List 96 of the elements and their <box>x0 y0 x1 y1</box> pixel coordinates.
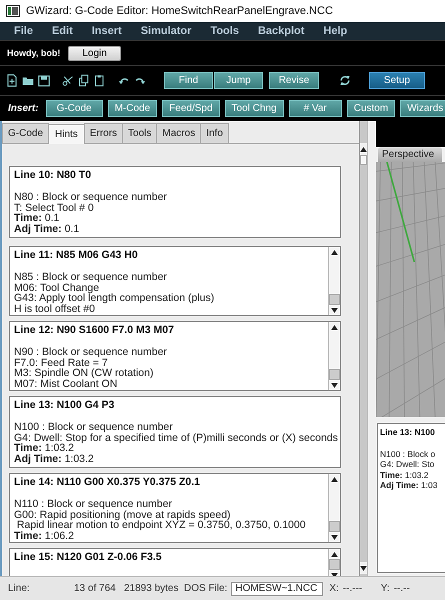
tab[interactable]: G-Code <box>2 123 50 143</box>
revise-button[interactable]: Revise <box>269 72 319 89</box>
hint-line: N85 : Block or sequence number <box>14 272 168 282</box>
insert-button[interactable]: Tool Chng <box>224 100 284 117</box>
line-position: 13 of 764 <box>74 583 117 594</box>
splitter-handle[interactable] <box>367 121 376 576</box>
hint-line: F7.0: Feed Rate = 7 <box>14 358 108 368</box>
hint-line: Time: 0.1 <box>14 213 60 224</box>
dos-file-label: DOS File: <box>184 583 228 594</box>
save-icon[interactable] <box>38 74 50 87</box>
copy-icon[interactable] <box>78 74 90 87</box>
hint-line: Adj Time: 1:03 <box>380 480 438 490</box>
insert-button[interactable]: Custom <box>346 100 396 117</box>
paste-icon[interactable] <box>94 74 106 87</box>
hint-line: M3: Spindle ON (CW rotation) <box>14 368 154 378</box>
hint-line: N90 : Block or sequence number <box>14 347 168 358</box>
hint-title: Line 14: N110 G00 X0.375 Y0.375 Z0.1 <box>14 477 202 488</box>
scrollbar[interactable] <box>328 247 340 315</box>
hint-line: T: Select Tool # 0 <box>14 202 94 213</box>
greeting-text: Howdy, bob! <box>7 48 60 58</box>
refresh-icon[interactable] <box>339 74 351 87</box>
insert-label: Insert: <box>8 103 39 114</box>
jump-button[interactable]: Jump <box>214 72 263 89</box>
insert-button[interactable]: Feed/Spd <box>162 100 220 117</box>
hint-line: Adj Time: 0.1 <box>14 224 80 234</box>
tab[interactable]: Errors <box>84 123 124 143</box>
scrollbar[interactable] <box>359 121 367 576</box>
insert-button[interactable]: M-Code <box>108 100 158 117</box>
hint-title: Line 10: N80 T0 <box>14 170 92 181</box>
hint-line: N100 : Block o <box>380 448 436 459</box>
tab[interactable]: Hints <box>48 124 85 144</box>
scroll-down-icon[interactable] <box>360 566 367 570</box>
menu-item[interactable]: Backplot <box>258 25 304 37</box>
scrollbar[interactable] <box>328 474 340 542</box>
insert-button[interactable]: G-Code <box>46 100 103 117</box>
hint-line: Adj Time: 1:03.2 <box>14 454 95 464</box>
login-button[interactable]: Login <box>68 46 121 60</box>
hint-line: N100 : Block or sequence number <box>14 422 174 432</box>
hint-line: Time: 1:03.2 <box>14 443 74 454</box>
cut-icon[interactable] <box>62 74 74 87</box>
insert-button[interactable]: # Var <box>288 100 342 117</box>
setup-button[interactable]: Setup <box>369 72 425 89</box>
scroll-up-icon[interactable] <box>331 552 338 556</box>
file-size: 21893 bytes <box>124 583 180 594</box>
scroll-up-icon[interactable] <box>331 250 338 254</box>
find-button[interactable]: Find <box>164 72 213 89</box>
scrollbar[interactable] <box>328 549 340 576</box>
menu-item[interactable]: Insert <box>92 25 122 37</box>
hint-line: N80 : Block or sequence number <box>14 192 168 202</box>
y-value: --.-- <box>394 583 411 594</box>
scroll-up-icon[interactable] <box>331 476 338 482</box>
scrollbar[interactable] <box>328 322 340 390</box>
menu-item[interactable]: Simulator <box>140 25 192 37</box>
hint-title: Line 13: N100 G4 P3 <box>14 400 116 411</box>
hint-line: Rapid linear motion to endpoint XYZ = 0.3750, 0.3750, 0.1000 <box>16 520 307 530</box>
scroll-up-icon[interactable] <box>360 146 367 152</box>
window-title: GWizard: G-Code Editor: HomeSwitchRearPanelEngrave.NCC <box>26 5 333 17</box>
hint-title: Line 12: N90 S1600 F7.0 M3 M07 <box>14 325 175 336</box>
line-label: Line: <box>8 583 31 594</box>
new-file-icon[interactable] <box>6 74 18 87</box>
tab[interactable]: Macros <box>156 123 202 143</box>
y-label: Y: <box>380 583 390 594</box>
dos-file-field[interactable]: HOMESW~1.NCC <box>231 582 324 596</box>
hint-line: G4: Dwell: Sto <box>380 459 436 470</box>
scroll-thumb[interactable] <box>329 559 340 570</box>
x-label: X: <box>329 583 339 594</box>
hint-line: H is tool offset #0 <box>14 304 95 314</box>
hint-line: Time: 1:06.2 <box>14 530 75 541</box>
scroll-thumb[interactable] <box>329 521 340 532</box>
hint-line: G43: Apply tool length compensation (plus) <box>14 293 216 304</box>
tab[interactable]: Info <box>200 123 229 143</box>
hint-line: N110 : Block or sequence number <box>14 499 173 510</box>
menu-item[interactable]: File <box>14 25 33 37</box>
hint-line: M07: Mist Coolant ON <box>14 378 118 389</box>
app-icon <box>6 5 20 17</box>
hint-title: Line 11: N85 M06 G43 H0 <box>14 250 139 261</box>
menu-item[interactable]: Tools <box>210 25 239 37</box>
scroll-up-icon[interactable] <box>331 324 338 330</box>
insert-button[interactable]: Wizards <box>400 100 445 117</box>
scroll-down-icon[interactable] <box>331 308 338 312</box>
scroll-down-icon[interactable] <box>331 382 338 388</box>
hint-line: G00: Rapid positioning (move at rapids speed) <box>14 510 232 520</box>
hint-title: Line 13: N100 <box>380 427 436 438</box>
tab[interactable]: Tools <box>122 123 158 143</box>
view-tab[interactable]: Perspective <box>378 147 442 162</box>
menu-item[interactable]: Help <box>323 25 348 37</box>
hint-line: Time: 1:03.2 <box>380 470 430 480</box>
hint-line: G4: Dwell: Stop for a specified time of (P)milli seconds or (X) seconds <box>14 432 336 443</box>
hint-title: Line 15: N120 G01 Z-0.06 F3.5 <box>14 552 163 563</box>
scroll-thumb[interactable] <box>329 294 340 305</box>
hint-line: M06: Tool Change <box>14 282 100 293</box>
scroll-thumb[interactable] <box>329 369 340 380</box>
menu-item[interactable]: Edit <box>52 25 73 37</box>
scroll-down-icon[interactable] <box>331 534 338 540</box>
x-value: --.--- <box>342 583 364 594</box>
scroll-thumb[interactable] <box>360 155 367 165</box>
